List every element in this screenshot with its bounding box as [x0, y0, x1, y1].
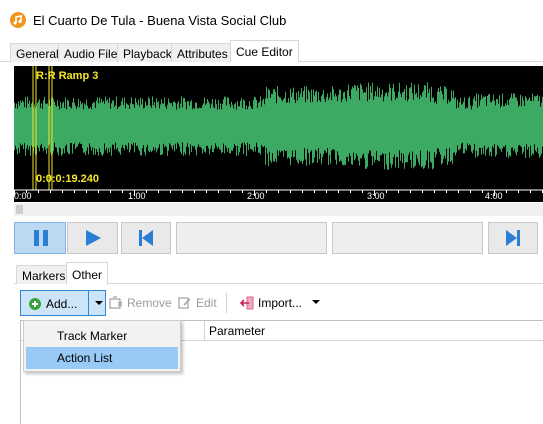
chevron-down-icon[interactable]	[312, 300, 320, 304]
title-bar: El Cuarto De Tula - Buena Vista Social C…	[0, 0, 543, 40]
add-button[interactable]: Add...	[20, 290, 106, 316]
menu-item-track-marker[interactable]: Track Marker	[26, 325, 178, 347]
skip-to-end-icon	[506, 230, 520, 246]
remove-icon	[109, 296, 123, 309]
next-button[interactable]	[488, 222, 538, 254]
scrollbar-thumb[interactable]	[16, 205, 23, 214]
column-divider[interactable]	[204, 321, 205, 341]
transport-button-blank[interactable]	[176, 222, 327, 254]
remove-button[interactable]: Remove	[109, 290, 172, 316]
tab-general[interactable]: General	[10, 43, 65, 62]
edit-label: Edit	[196, 296, 217, 310]
add-dropdown-menu: Track Marker Action List	[23, 320, 181, 372]
waveform-scrollbar[interactable]	[14, 203, 543, 216]
tab-markers[interactable]: Markers	[16, 265, 72, 284]
tab-cue-editor[interactable]: Cue Editor	[230, 40, 299, 63]
tab-attributes[interactable]: Attributes	[171, 43, 234, 62]
position-label: 0:0:0:19.240	[36, 173, 99, 185]
time-tick: 2:00	[247, 191, 265, 201]
cue-toolbar: Add... Remove Edit Import...	[14, 285, 543, 321]
column-header-parameter[interactable]: Parameter	[209, 324, 265, 338]
time-tick: 3:00	[367, 191, 385, 201]
add-circle-icon	[29, 298, 41, 310]
toolbar-separator	[226, 293, 227, 313]
cue-subtabs: Markers Other	[14, 262, 543, 285]
app-logo-icon	[10, 12, 26, 28]
marker-label: R:R Ramp 3	[36, 70, 99, 82]
main-tabs: General Audio File Playback Attributes C…	[0, 40, 543, 63]
play-button[interactable]	[67, 222, 118, 254]
import-button[interactable]: Import...	[240, 290, 310, 316]
time-tick: 1:00	[128, 191, 146, 201]
chevron-down-icon[interactable]	[95, 301, 103, 305]
time-tick: 4:00	[485, 191, 503, 201]
previous-button[interactable]	[121, 222, 171, 254]
add-button-label: Add...	[46, 297, 78, 311]
tab-other[interactable]: Other	[66, 262, 109, 285]
pause-icon	[34, 230, 48, 246]
waveform-view[interactable]: R:R Ramp 3 0:0:0:19.240 0:00 1:00 2:00 3…	[14, 66, 543, 202]
window-title: El Cuarto De Tula - Buena Vista Social C…	[33, 13, 287, 28]
transport-bar	[14, 222, 543, 254]
menu-item-action-list[interactable]: Action List	[26, 347, 178, 369]
tab-audio-file[interactable]: Audio File	[58, 43, 124, 62]
pause-button[interactable]	[14, 222, 66, 254]
transport-button-blank[interactable]	[332, 222, 483, 254]
edit-icon	[178, 297, 191, 309]
cue-editor-panel: R:R Ramp 3 0:0:0:19.240 0:00 1:00 2:00 3…	[0, 62, 543, 424]
waveform-signal	[14, 82, 543, 170]
time-tick: 0:00	[14, 191, 32, 201]
split-divider	[88, 291, 89, 315]
remove-label: Remove	[127, 296, 172, 310]
edit-button[interactable]: Edit	[178, 290, 218, 316]
import-label: Import...	[258, 296, 303, 310]
play-icon	[86, 230, 101, 246]
import-icon	[240, 296, 254, 310]
skip-to-start-icon	[139, 230, 153, 246]
tab-playback[interactable]: Playback	[117, 43, 178, 62]
